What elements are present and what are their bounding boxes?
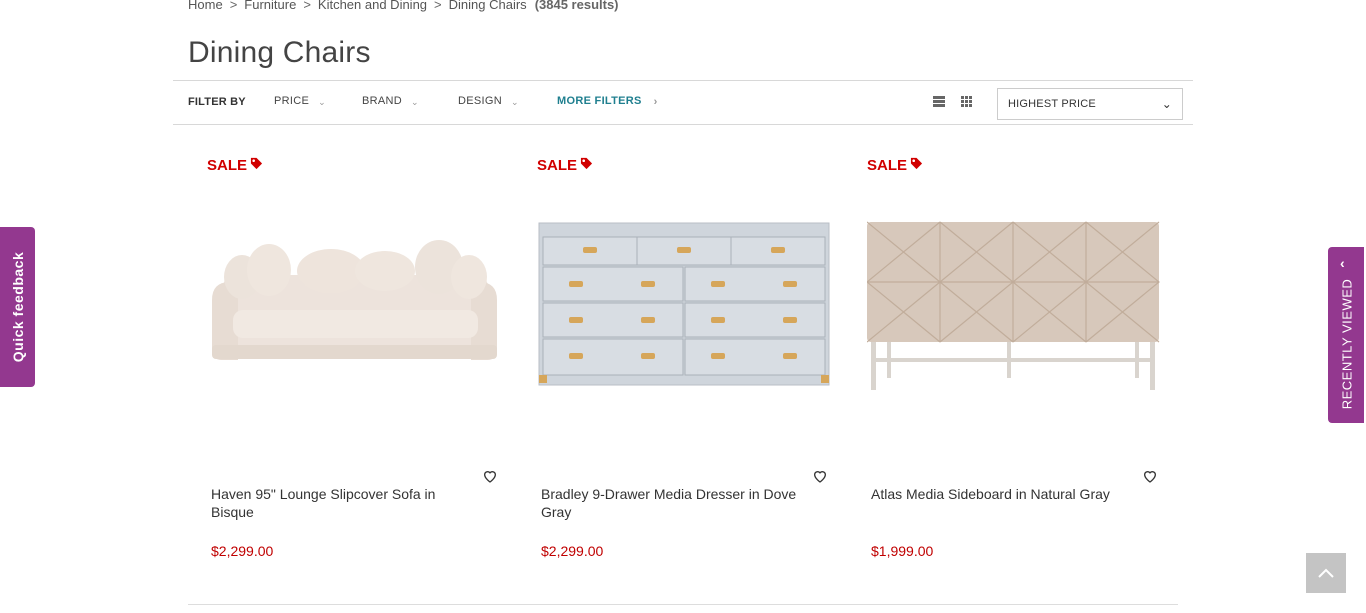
recently-viewed-label: RECENTLY VIEWED bbox=[1339, 278, 1355, 410]
sale-badge-label: SALE bbox=[537, 157, 578, 174]
quick-feedback-tab[interactable]: Quick feedback bbox=[0, 227, 35, 387]
sale-badge-label: SALE bbox=[207, 157, 248, 174]
sort-selected-value: HIGHEST PRICE bbox=[1008, 98, 1096, 110]
breadcrumb-furniture[interactable]: Furniture bbox=[244, 0, 296, 12]
breadcrumb-current: Dining Chairs bbox=[448, 0, 527, 12]
breadcrumb: Home > Furniture > Kitchen and Dining > Dining… bbox=[188, 0, 619, 12]
sale-badge-label: SALE bbox=[867, 157, 908, 174]
chevron-up-icon bbox=[1318, 568, 1334, 578]
filter-brand-label: BRAND bbox=[362, 95, 403, 107]
page-title: Dining Chairs bbox=[188, 36, 371, 69]
recently-viewed-tab[interactable]: ‹ RECENTLY VIEWED bbox=[1328, 247, 1364, 423]
wishlist-heart-icon[interactable] bbox=[482, 468, 498, 484]
product-card[interactable]: SALE Atlas Media Sideboard in Natural Gr… bbox=[833, 145, 1160, 585]
product-price: $2,299.00 bbox=[541, 543, 604, 559]
product-name[interactable]: Haven 95" Lounge Slipcover Sofa in Bisqu… bbox=[211, 485, 473, 521]
breadcrumb-separator: > bbox=[303, 0, 311, 12]
filter-design[interactable]: DESIGN ⌄ bbox=[458, 95, 519, 107]
more-filters-label: MORE FILTERS bbox=[557, 95, 642, 107]
product-card[interactable]: SALE Haven 95" Lounge Slipcover Sofa in … bbox=[173, 145, 497, 585]
quick-feedback-label: Quick feedback bbox=[9, 251, 26, 363]
filter-brand[interactable]: BRAND ⌄ bbox=[362, 95, 419, 107]
product-name[interactable]: Atlas Media Sideboard in Natural Gray bbox=[871, 485, 1133, 503]
product-image-sideboard[interactable] bbox=[866, 215, 1162, 395]
chevron-down-icon: ⌄ bbox=[1161, 97, 1172, 111]
chevron-right-icon: › bbox=[653, 96, 658, 108]
back-to-top-button[interactable] bbox=[1306, 553, 1346, 593]
wishlist-heart-icon[interactable] bbox=[812, 468, 828, 484]
sale-badge: SALE bbox=[207, 157, 263, 174]
chevron-left-icon: ‹ bbox=[1340, 255, 1345, 271]
tag-icon bbox=[250, 157, 263, 174]
breadcrumb-kitchen-and-dining[interactable]: Kitchen and Dining bbox=[318, 0, 427, 12]
chevron-down-icon: ⌄ bbox=[318, 97, 326, 107]
sale-badge: SALE bbox=[537, 157, 593, 174]
product-name[interactable]: Bradley 9-Drawer Media Dresser in Dove G… bbox=[541, 485, 803, 521]
product-image-dresser[interactable] bbox=[537, 215, 832, 395]
chevron-down-icon: ⌄ bbox=[411, 97, 419, 107]
filter-bar: FILTER BY PRICE ⌄ BRAND ⌄ DESIGN ⌄ MORE FIL… bbox=[173, 80, 1193, 125]
product-card[interactable]: SALE Bradley 9-Drawer Media Dresser in D… bbox=[503, 145, 830, 585]
product-price: $1,999.00 bbox=[871, 543, 934, 559]
tag-icon bbox=[910, 157, 923, 174]
divider bbox=[188, 604, 1178, 605]
breadcrumb-separator: > bbox=[229, 0, 238, 12]
more-filters-button[interactable]: MORE FILTERS › bbox=[557, 95, 658, 108]
results-count: (3845 results) bbox=[534, 0, 619, 12]
product-image-sofa[interactable] bbox=[207, 215, 502, 395]
list-view-icon[interactable] bbox=[933, 96, 945, 107]
filter-price-label: PRICE bbox=[274, 95, 310, 107]
grid-view-icon[interactable] bbox=[961, 96, 972, 107]
filter-price[interactable]: PRICE ⌄ bbox=[274, 95, 326, 107]
filter-design-label: DESIGN bbox=[458, 95, 502, 107]
tag-icon bbox=[580, 157, 593, 174]
filter-by-label: FILTER BY bbox=[188, 96, 246, 108]
breadcrumb-home[interactable]: Home bbox=[188, 0, 223, 12]
chevron-down-icon: ⌄ bbox=[510, 97, 519, 107]
breadcrumb-separator: > bbox=[434, 0, 442, 12]
sort-select[interactable]: HIGHEST PRICE ⌄ bbox=[997, 88, 1183, 120]
wishlist-heart-icon[interactable] bbox=[1142, 468, 1158, 484]
product-price: $2,299.00 bbox=[211, 543, 274, 559]
sale-badge: SALE bbox=[867, 157, 923, 174]
